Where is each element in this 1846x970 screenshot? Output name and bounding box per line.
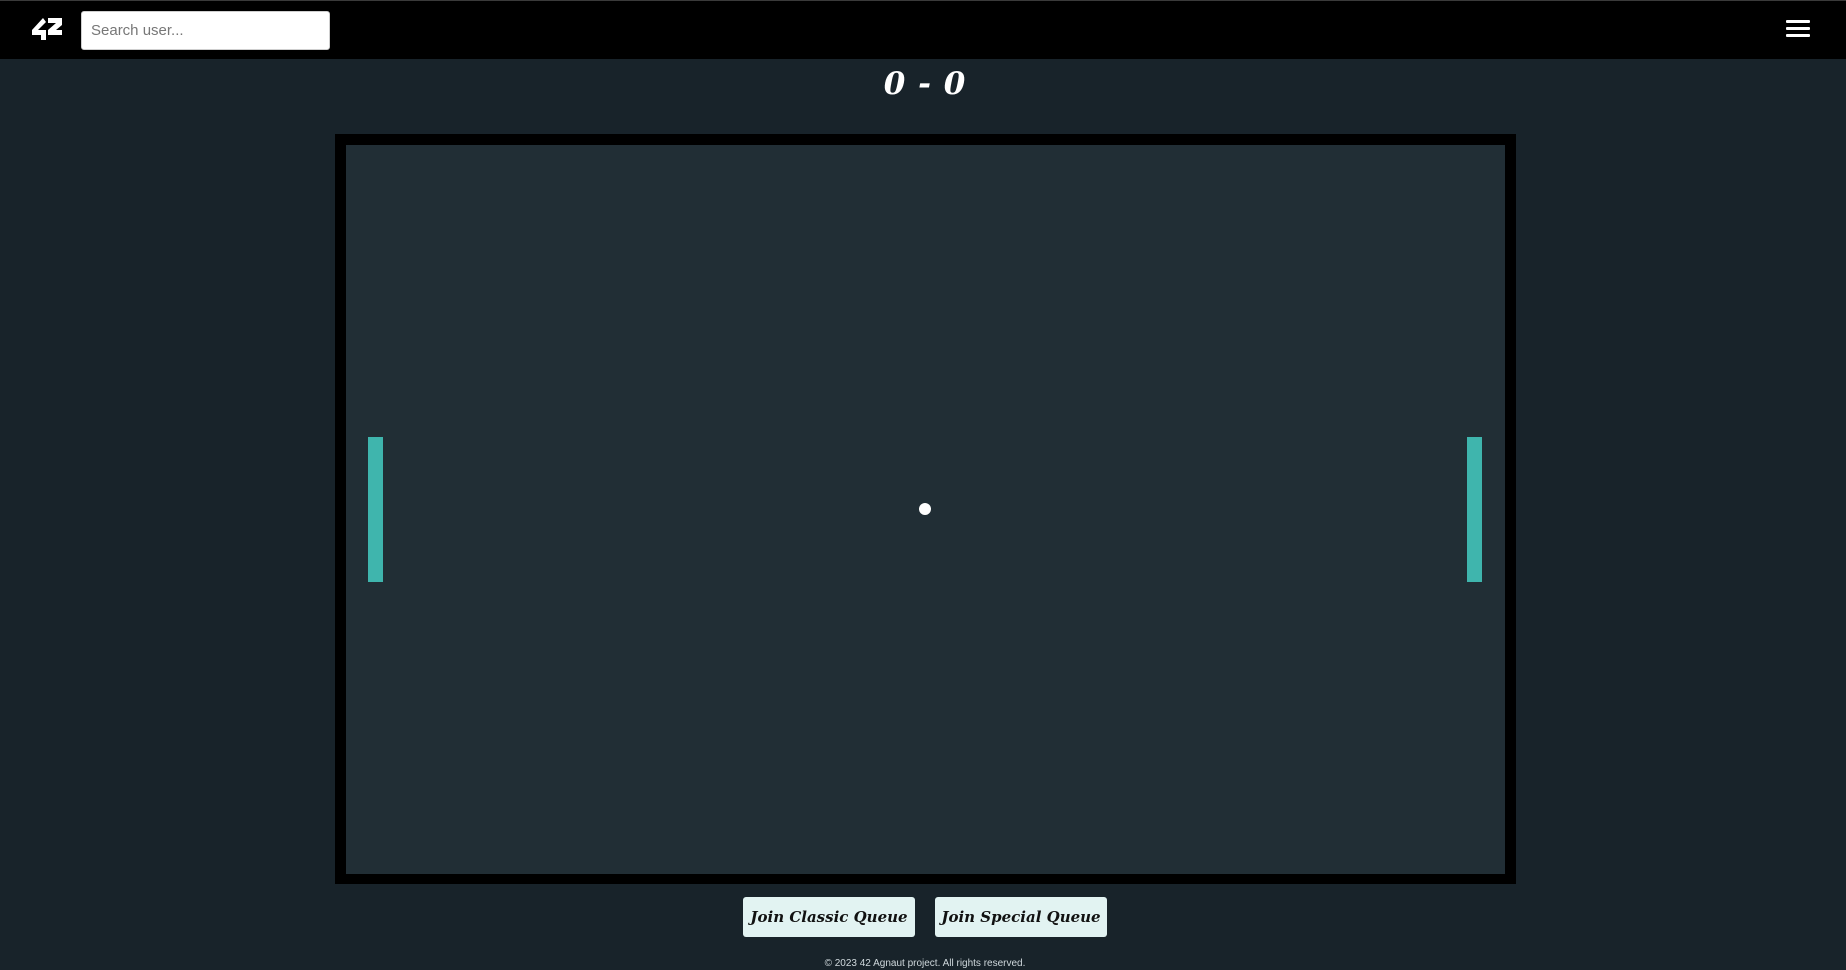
top-navbar bbox=[0, 0, 1846, 59]
hamburger-menu-icon[interactable] bbox=[1786, 18, 1812, 40]
left-paddle bbox=[368, 437, 383, 582]
join-special-queue-button[interactable]: Join Special Queue bbox=[935, 897, 1107, 937]
search-user-input[interactable] bbox=[81, 11, 330, 50]
footer-copyright: © 2023 42 Agnaut project. All rights res… bbox=[824, 958, 1026, 969]
join-classic-queue-button[interactable]: Join Classic Queue bbox=[743, 897, 915, 937]
logo-42-icon[interactable] bbox=[30, 15, 64, 43]
right-paddle bbox=[1467, 437, 1482, 582]
menu-line bbox=[1786, 20, 1810, 23]
menu-line bbox=[1786, 27, 1810, 30]
menu-line bbox=[1786, 34, 1810, 37]
scoreboard: 0 - 0 bbox=[883, 66, 967, 102]
ball bbox=[919, 503, 931, 515]
